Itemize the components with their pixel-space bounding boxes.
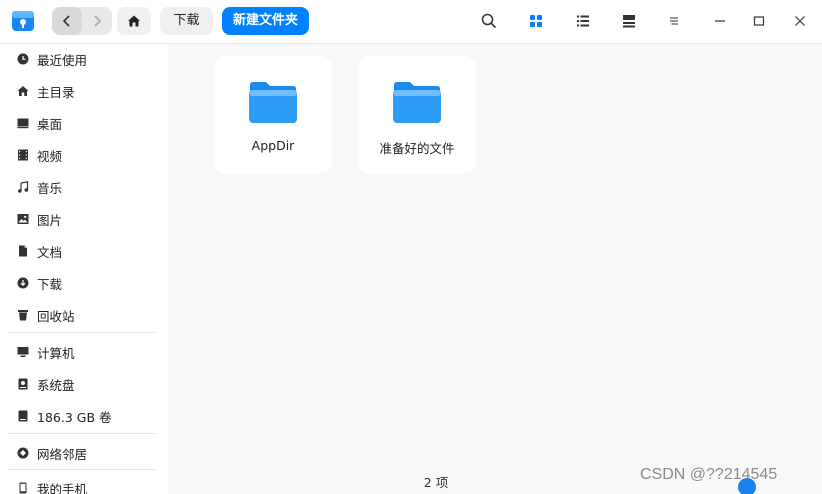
sidebar-item-volume[interactable]: 186.3 GB 卷 (8, 403, 158, 429)
sidebar-item-label: 视频 (37, 148, 63, 164)
list-view-button[interactable] (573, 11, 593, 31)
chevron-right-icon (94, 15, 102, 27)
sidebar-divider (8, 332, 155, 333)
breadcrumb-current-folder[interactable]: 下载 (160, 7, 213, 35)
main-menu-button[interactable] (664, 11, 684, 31)
app-logo-icon (12, 11, 34, 31)
sidebar-item-label: 图片 (37, 212, 63, 228)
minimize-button[interactable] (710, 11, 730, 31)
download-icon (16, 276, 30, 290)
folder-icon (249, 82, 297, 123)
icon-view-button[interactable] (526, 11, 546, 31)
sidebar-item-label: 186.3 GB 卷 (37, 409, 112, 425)
sidebar-item-label: 文档 (37, 244, 63, 260)
file-item[interactable]: AppDir (214, 56, 332, 174)
computer-icon (16, 345, 30, 359)
file-manager-window: 下载 新建文件夹 最近使用 主目录 桌面 视频 音乐 图片 文档 下载 回收站 … (0, 0, 822, 494)
sidebar: 最近使用 主目录 桌面 视频 音乐 图片 文档 下载 回收站 计算机 系统盘 1… (0, 44, 168, 494)
clock-icon (16, 52, 30, 66)
new-folder-button[interactable]: 新建文件夹 (222, 7, 309, 35)
sidebar-item-music[interactable]: 音乐 (8, 174, 158, 200)
file-name: AppDir (251, 138, 295, 153)
sidebar-item-label: 桌面 (37, 116, 63, 132)
close-button[interactable] (790, 11, 810, 31)
file-item[interactable]: 准备好的文件 (358, 56, 476, 174)
sidebar-item-recent[interactable]: 最近使用 (8, 46, 158, 72)
icon-view-icon (530, 15, 542, 27)
home-icon (16, 84, 30, 98)
sidebar-item-home[interactable]: 主目录 (8, 78, 158, 104)
maximize-icon (753, 16, 765, 26)
desktop-icon (16, 116, 30, 130)
sidebar-item-label: 我的手机 (37, 481, 88, 494)
sidebar-item-pictures[interactable]: 图片 (8, 206, 158, 232)
search-button[interactable] (479, 11, 499, 31)
volume-icon (16, 409, 30, 423)
sidebar-item-label: 网络邻居 (37, 446, 88, 462)
title-bar: 下载 新建文件夹 (0, 0, 822, 44)
sidebar-item-trash[interactable]: 回收站 (8, 302, 158, 328)
watermark-text: CSDN @??214545 (640, 466, 778, 483)
home-icon (128, 15, 140, 27)
floating-indicator (738, 478, 756, 494)
chevron-left-icon (62, 15, 70, 27)
sidebar-item-label: 回收站 (37, 308, 75, 324)
menu-icon (670, 17, 678, 25)
maximize-button[interactable] (749, 11, 769, 31)
sidebar-item-label: 下载 (37, 276, 63, 292)
sidebar-item-phone[interactable]: 我的手机 (8, 475, 158, 494)
forward-button[interactable] (82, 7, 112, 35)
sidebar-item-label: 最近使用 (37, 52, 88, 68)
sidebar-item-label: 系统盘 (37, 377, 75, 393)
detail-view-icon (623, 15, 635, 28)
status-item-count: 2 项 (423, 475, 449, 490)
trash-icon (16, 308, 30, 322)
sidebar-item-downloads[interactable]: 下载 (8, 270, 158, 296)
search-icon (481, 13, 497, 29)
sidebar-item-network[interactable]: 网络邻居 (8, 440, 158, 466)
sidebar-item-computer[interactable]: 计算机 (8, 339, 158, 365)
home-button[interactable] (117, 7, 151, 35)
folder-icon (393, 82, 441, 123)
file-view: AppDir 准备好的文件 2 项 (168, 44, 822, 494)
back-button[interactable] (52, 7, 82, 35)
file-name: 准备好的文件 (379, 141, 455, 156)
picture-icon (16, 212, 30, 226)
music-icon (16, 180, 30, 194)
sidebar-divider (8, 433, 155, 434)
sidebar-item-label: 计算机 (37, 345, 75, 361)
navigation-buttons (52, 7, 112, 35)
sidebar-item-system-disk[interactable]: 系统盘 (8, 371, 158, 397)
network-icon (16, 446, 30, 460)
list-view-icon (577, 15, 589, 27)
system-disk-icon (16, 377, 30, 391)
video-icon (16, 148, 30, 162)
sidebar-item-label: 音乐 (37, 180, 63, 196)
sidebar-item-videos[interactable]: 视频 (8, 142, 158, 168)
close-icon (795, 16, 805, 26)
minimize-icon (715, 20, 725, 22)
sidebar-item-documents[interactable]: 文档 (8, 238, 158, 264)
sidebar-item-desktop[interactable]: 桌面 (8, 110, 158, 136)
sidebar-divider (8, 469, 155, 470)
detail-view-button[interactable] (619, 11, 639, 31)
phone-icon (16, 481, 30, 494)
sidebar-item-label: 主目录 (37, 84, 75, 100)
document-icon (16, 244, 30, 258)
